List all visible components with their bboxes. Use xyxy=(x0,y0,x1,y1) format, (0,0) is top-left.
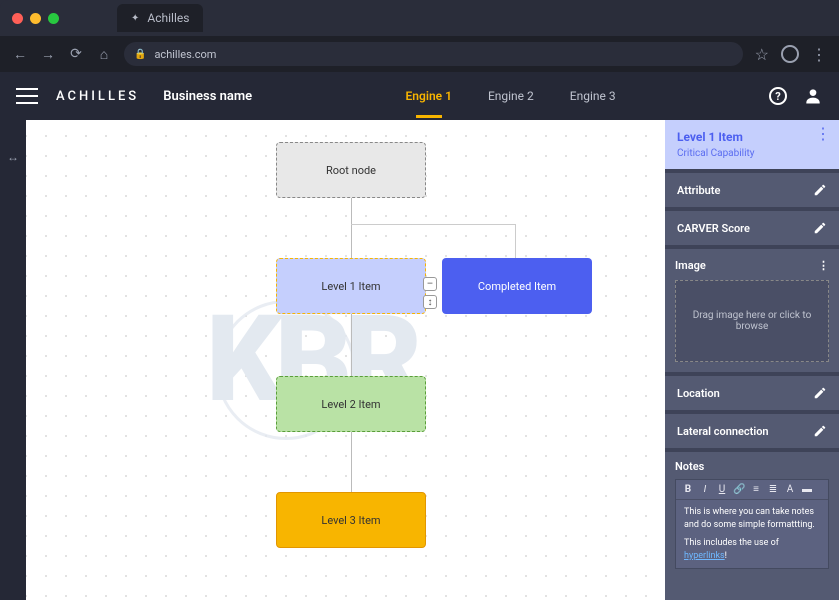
connector-line xyxy=(351,314,352,376)
reload-button[interactable]: ⟳ xyxy=(68,46,84,62)
close-window-button[interactable] xyxy=(12,13,23,24)
business-name: Business name xyxy=(163,89,252,104)
panel-subtitle: Critical Capability xyxy=(677,148,827,159)
node-completed[interactable]: Completed Item xyxy=(442,258,592,314)
panel-menu-icon[interactable]: ⋮ xyxy=(815,132,831,137)
url-text: achilles.com xyxy=(154,48,216,61)
notes-hyperlink[interactable]: hyperlinks xyxy=(684,551,725,561)
tab-favicon: ✦ xyxy=(131,13,139,24)
tab-engine-2[interactable]: Engine 2 xyxy=(488,75,534,117)
bookmark-star-icon[interactable]: ☆ xyxy=(755,45,769,64)
color-icon[interactable]: ▬ xyxy=(801,484,813,495)
node-handle-minus[interactable]: – xyxy=(423,277,437,291)
panel-title: Level 1 Item xyxy=(677,130,827,144)
help-icon[interactable]: ? xyxy=(769,87,787,105)
carver-label: CARVER Score xyxy=(677,222,750,235)
window-traffic-lights xyxy=(12,13,59,24)
edit-pencil-icon[interactable] xyxy=(813,386,827,400)
bold-icon[interactable]: B xyxy=(682,484,694,495)
attribute-label: Attribute xyxy=(677,184,720,197)
node-handle-arrow[interactable]: ↕ xyxy=(423,295,437,309)
panel-header: Level 1 Item Critical Capability ⋮ xyxy=(665,120,839,169)
location-label: Location xyxy=(677,387,720,400)
node-level-3[interactable]: Level 3 Item xyxy=(276,492,426,548)
panel-row-lateral[interactable]: Lateral connection xyxy=(665,414,839,448)
link-icon[interactable]: 🔗 xyxy=(733,484,745,495)
properties-panel: Level 1 Item Critical Capability ⋮ Attri… xyxy=(665,120,839,600)
node-root[interactable]: Root node xyxy=(276,142,426,198)
browser-tab[interactable]: ✦ Achilles xyxy=(117,4,203,32)
notes-editor[interactable]: B I U 🔗 ≡ ≣ A ▬ This is where you can ta… xyxy=(675,479,829,569)
image-menu-icon[interactable]: ⋮ xyxy=(818,259,829,272)
panel-image-section: Image ⋮ Drag image here or click to brow… xyxy=(665,249,839,372)
notes-toolbar: B I U 🔗 ≡ ≣ A ▬ xyxy=(676,480,828,500)
profile-avatar-icon[interactable] xyxy=(781,45,799,63)
app-header: ACHILLES Business name Engine 1 Engine 2… xyxy=(0,72,839,120)
tab-title: Achilles xyxy=(147,11,189,25)
browser-address-bar: ← → ⟳ ⌂ 🔒 achilles.com ☆ ⋮ xyxy=(0,36,839,72)
left-rail: ↔ xyxy=(0,120,26,600)
home-button[interactable]: ⌂ xyxy=(96,46,112,63)
app-logo: ACHILLES xyxy=(56,89,139,104)
node-level-2[interactable]: Level 2 Item xyxy=(276,376,426,432)
url-field[interactable]: 🔒 achilles.com xyxy=(124,42,743,66)
user-account-icon[interactable] xyxy=(803,86,823,106)
image-label: Image xyxy=(675,259,706,272)
edit-pencil-icon[interactable] xyxy=(813,424,827,438)
resize-handle-icon[interactable]: ↔ xyxy=(7,150,19,164)
edit-pencil-icon[interactable] xyxy=(813,183,827,197)
italic-icon[interactable]: I xyxy=(699,484,711,495)
forward-button[interactable]: → xyxy=(40,46,56,63)
lateral-label: Lateral connection xyxy=(677,425,769,438)
numbered-list-icon[interactable]: ≣ xyxy=(767,484,779,495)
tab-engine-3[interactable]: Engine 3 xyxy=(570,75,616,117)
lock-icon: 🔒 xyxy=(134,49,146,60)
edit-pencil-icon[interactable] xyxy=(813,221,827,235)
notes-line-2-suffix: ! xyxy=(725,551,727,561)
maximize-window-button[interactable] xyxy=(48,13,59,24)
back-button[interactable]: ← xyxy=(12,46,28,63)
panel-row-carver[interactable]: CARVER Score xyxy=(665,211,839,245)
notes-content[interactable]: This is where you can take notes and do … xyxy=(676,500,828,568)
diagram-canvas[interactable]: KBR Root node Level 1 Item Completed Ite… xyxy=(26,120,665,600)
panel-row-location[interactable]: Location xyxy=(665,376,839,410)
node-level-1[interactable]: Level 1 Item xyxy=(276,258,426,314)
list-icon[interactable]: ≡ xyxy=(750,484,762,495)
minimize-window-button[interactable] xyxy=(30,13,41,24)
font-icon[interactable]: A xyxy=(784,484,796,495)
notes-line-2-prefix: This includes the use of xyxy=(684,538,779,548)
browser-menu-icon[interactable]: ⋮ xyxy=(811,45,827,64)
window-titlebar: ✦ Achilles xyxy=(0,0,839,36)
connector-line xyxy=(351,432,352,492)
tab-engine-1[interactable]: Engine 1 xyxy=(406,75,452,117)
connector-line xyxy=(351,224,516,258)
menu-hamburger-icon[interactable] xyxy=(16,88,38,104)
notes-line-1: This is where you can take notes and do … xyxy=(684,506,820,531)
notes-label: Notes xyxy=(675,460,829,473)
panel-notes-section: Notes B I U 🔗 ≡ ≣ A ▬ This is where you … xyxy=(665,452,839,600)
panel-row-attribute[interactable]: Attribute xyxy=(665,173,839,207)
underline-icon[interactable]: U xyxy=(716,484,728,495)
image-dropzone[interactable]: Drag image here or click to browse xyxy=(675,280,829,362)
